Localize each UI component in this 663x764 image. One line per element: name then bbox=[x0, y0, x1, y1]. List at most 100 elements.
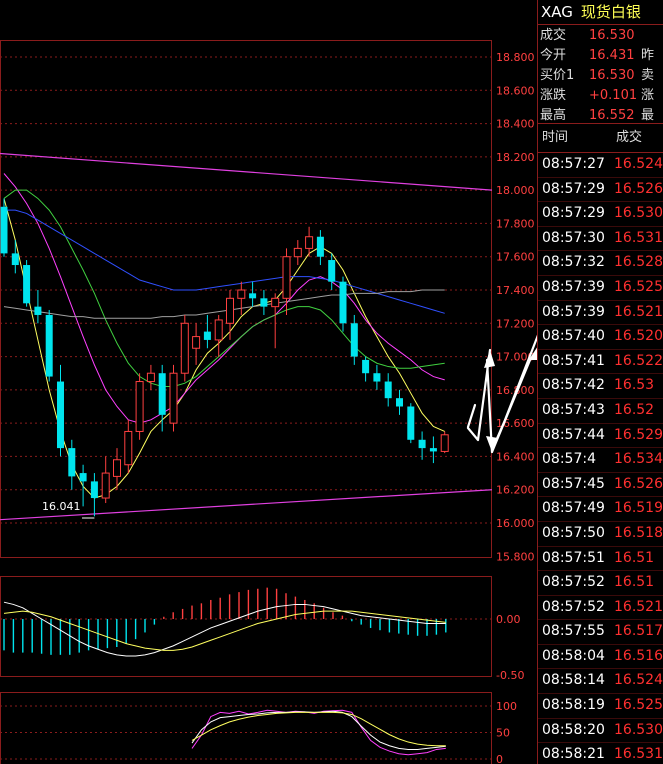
trade-price: 16.519 bbox=[614, 500, 663, 517]
trade-row[interactable]: 08:57:52 16.521 bbox=[538, 596, 663, 621]
candle-body-up bbox=[192, 336, 201, 349]
quote-label: 最高 bbox=[540, 108, 567, 123]
kdj-tick-label: 100 bbox=[496, 700, 517, 713]
trade-list-header: 时间 成交 bbox=[538, 124, 663, 153]
trendline-upper bbox=[0, 152, 493, 191]
candle-body-down bbox=[429, 448, 437, 452]
candle-body-down bbox=[396, 398, 403, 407]
price-tick-label: 18.000 bbox=[496, 184, 535, 197]
quote-value: 16.530 bbox=[589, 68, 635, 83]
trade-time: 08:57:39 bbox=[542, 303, 605, 320]
trade-price: 16.524 bbox=[614, 672, 663, 689]
trade-row[interactable]: 08:57:4 16.534 bbox=[538, 448, 663, 473]
trade-price: 16.517 bbox=[614, 623, 663, 640]
trade-row[interactable]: 08:57:29 16.526 bbox=[538, 178, 663, 203]
candle-body-up bbox=[440, 434, 449, 452]
quote-value: 16.552 bbox=[589, 108, 635, 123]
trade-row[interactable]: 08:57:49 16.519 bbox=[538, 497, 663, 522]
candle-body-up bbox=[226, 297, 234, 324]
trade-row[interactable]: 08:58:19 16.525 bbox=[538, 694, 663, 719]
trade-row[interactable]: 08:57:45 16.526 bbox=[538, 473, 663, 498]
candle-body-up bbox=[214, 319, 223, 341]
trade-price: 16.52 bbox=[614, 401, 655, 418]
candle-body-down bbox=[350, 323, 358, 357]
candle-body-up bbox=[180, 322, 189, 374]
trade-price: 16.531 bbox=[614, 229, 663, 246]
price-tick-label: 18.800 bbox=[496, 51, 535, 64]
trade-row[interactable]: 08:58:14 16.524 bbox=[538, 669, 663, 695]
trade-time: 08:57:39 bbox=[542, 278, 605, 295]
candle-body-down bbox=[418, 439, 426, 449]
candle-body-down bbox=[384, 381, 392, 399]
trade-row[interactable]: 08:57:43 16.52 bbox=[538, 399, 663, 424]
trade-time: 08:58:21 bbox=[542, 746, 605, 763]
trade-price: 16.528 bbox=[614, 254, 663, 271]
quote-row: 今开 16.431 昨 bbox=[538, 46, 663, 66]
quote-label-secondary: 涨 bbox=[641, 88, 655, 103]
trade-price: 16.530 bbox=[614, 721, 663, 738]
trade-row[interactable]: 08:57:40 16.520 bbox=[538, 325, 663, 350]
trade-price: 16.530 bbox=[614, 205, 663, 222]
trade-row[interactable]: 08:57:39 16.521 bbox=[538, 301, 663, 326]
kdj-line bbox=[191, 711, 446, 747]
trade-time: 08:57:29 bbox=[542, 180, 605, 197]
candle-body-up bbox=[237, 289, 246, 299]
price-tick-label: 16.000 bbox=[496, 517, 535, 530]
quote-row: 成交 16.530 bbox=[538, 26, 663, 46]
trade-price: 16.520 bbox=[614, 328, 663, 345]
trade-row[interactable]: 08:57:39 16.525 bbox=[538, 276, 663, 301]
candle-body-down bbox=[260, 298, 268, 307]
trade-row[interactable]: 08:57:44 16.529 bbox=[538, 424, 663, 449]
candle-body-down bbox=[11, 253, 19, 266]
macd-tick-label: -0.50 bbox=[496, 669, 524, 682]
candle-body-down bbox=[328, 260, 336, 282]
quote-panel: 成交 16.530 今开 16.431 昨买价1 16.530 卖涨跌 +0.101 涨最高 16… bbox=[538, 25, 663, 124]
quote-value: 16.431 bbox=[589, 48, 635, 63]
trade-row[interactable]: 08:57:42 16.53 bbox=[538, 374, 663, 399]
price-tick-label: 17.200 bbox=[496, 317, 535, 330]
moving-average-line bbox=[3, 173, 445, 424]
trade-row[interactable]: 08:58:21 16.531 bbox=[538, 743, 663, 764]
candle-body-down bbox=[339, 281, 347, 324]
quote-value: 16.530 bbox=[589, 28, 635, 43]
candle-body-up bbox=[101, 472, 110, 499]
candle-body-up bbox=[124, 430, 133, 466]
trade-row[interactable]: 08:57:32 16.528 bbox=[538, 251, 663, 276]
trade-price: 16.516 bbox=[614, 647, 663, 664]
instrument-code: XAG bbox=[541, 3, 573, 21]
trade-row[interactable]: 08:57:29 16.530 bbox=[538, 202, 663, 227]
trade-time: 08:58:14 bbox=[542, 672, 605, 689]
candle-body-down bbox=[373, 373, 381, 382]
price-tick-label: 18.600 bbox=[496, 84, 535, 97]
trade-row[interactable]: 08:57:50 16.518 bbox=[538, 522, 663, 547]
trade-row[interactable]: 08:57:30 16.531 bbox=[538, 227, 663, 252]
price-tick-label: 17.800 bbox=[496, 217, 535, 230]
trade-time: 08:57:43 bbox=[542, 401, 605, 418]
candle-body-up bbox=[146, 372, 155, 383]
trade-time: 08:57:55 bbox=[542, 623, 605, 640]
trade-time: 08:57:49 bbox=[542, 500, 605, 517]
trade-row[interactable]: 08:57:51 16.51 bbox=[538, 547, 663, 572]
trade-time: 08:57:4 bbox=[542, 451, 596, 468]
kdj-line bbox=[191, 710, 446, 750]
trade-row[interactable]: 08:57:55 16.517 bbox=[538, 620, 663, 645]
candle-body-down bbox=[57, 381, 64, 449]
quote-label-secondary: 卖 bbox=[641, 68, 655, 83]
trade-row[interactable]: 08:57:52 16.51 bbox=[538, 571, 663, 596]
candle-body-up bbox=[169, 372, 178, 424]
macd-tick-label: 0.00 bbox=[496, 613, 521, 626]
trade-time: 08:57:30 bbox=[542, 229, 605, 246]
price-panel-frame bbox=[0, 40, 492, 558]
candle-body-down bbox=[316, 236, 324, 257]
candle-body-down bbox=[45, 314, 53, 377]
trade-row[interactable]: 08:58:20 16.530 bbox=[538, 719, 663, 744]
trade-row[interactable]: 08:58:04 16.516 bbox=[538, 645, 663, 670]
quote-label: 成交 bbox=[540, 28, 567, 43]
trade-list[interactable]: 08:57:27 16.524 08:57:29 16.526 08:57:29 16.5… bbox=[538, 153, 663, 764]
candle-body-down bbox=[79, 473, 87, 482]
trade-row[interactable]: 08:57:27 16.524 bbox=[538, 153, 663, 178]
trade-time: 08:57:50 bbox=[542, 524, 605, 541]
kdj-tick-label: 50 bbox=[496, 727, 510, 740]
trade-time: 08:58:20 bbox=[542, 721, 605, 738]
trade-row[interactable]: 08:57:41 16.522 bbox=[538, 350, 663, 375]
